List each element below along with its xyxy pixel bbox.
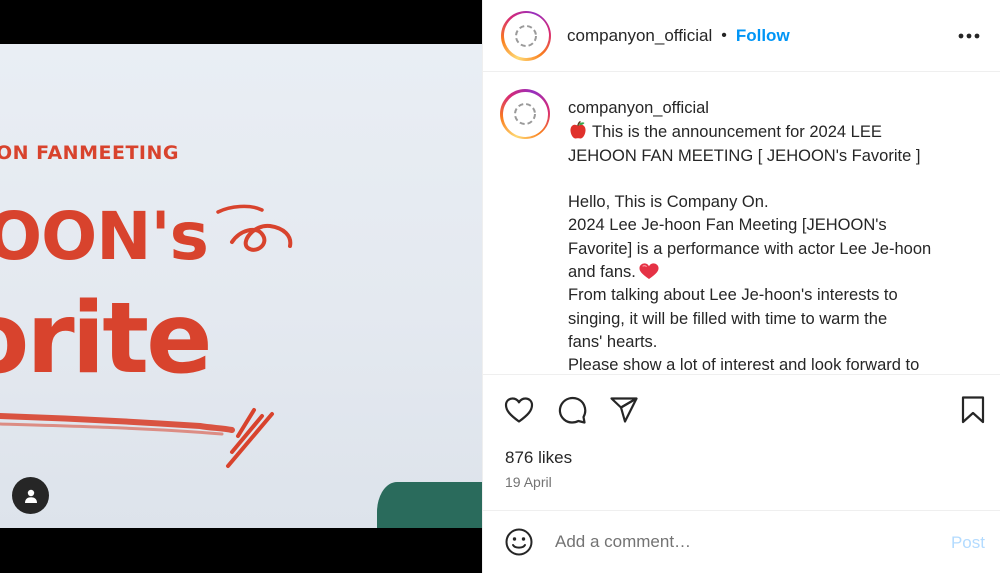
caption-line-9: singing, it will be filled with time to … <box>568 309 888 328</box>
caption-line-5: 2024 Lee Je-hoon Fan Meeting [JEHOON's <box>568 216 887 235</box>
caption-line-6: Favorite] is a performance with actor Le… <box>568 239 932 258</box>
post-view: ON FANMEETING OON's orite <box>0 0 1000 573</box>
tagged-people-button[interactable] <box>12 477 49 514</box>
caption-avatar[interactable] <box>500 89 550 139</box>
post-side-panel: companyon_official • Follow companyon_of… <box>482 0 1000 573</box>
post-comment-button[interactable]: Post <box>951 533 985 553</box>
poster-squiggle-decoration <box>216 204 293 252</box>
caption-line-7: and fans. <box>568 261 968 284</box>
more-options-icon <box>958 33 980 39</box>
header-username[interactable]: companyon_official <box>567 26 712 46</box>
comment-icon <box>558 396 587 424</box>
share-button[interactable] <box>608 394 640 426</box>
caption-username[interactable]: companyon_official <box>568 97 968 120</box>
likes-count[interactable]: 876 likes <box>505 448 572 468</box>
caption-line-2: JEHOON FAN MEETING [ JEHOON's Favorite ] <box>568 146 921 165</box>
caption-line-3 <box>568 168 968 191</box>
poster-swish-decoration <box>0 408 274 468</box>
caption-line-text: This is the announcement for 2024 LEE <box>592 123 882 142</box>
poster-subtitle: ON FANMEETING <box>0 142 179 164</box>
more-options-button[interactable] <box>957 24 981 48</box>
caption-line-10: fans' hearts. <box>568 332 658 351</box>
caption-row: companyon_official This is the announcem… <box>500 89 968 375</box>
poster-corner-shape <box>377 482 482 528</box>
avatar-icon <box>514 103 536 125</box>
smiley-icon <box>505 528 533 556</box>
follow-button[interactable]: Follow <box>736 26 790 46</box>
heart-icon <box>504 397 534 423</box>
save-button[interactable] <box>957 394 989 426</box>
comment-input[interactable] <box>555 532 925 552</box>
post-date: 19 April <box>505 474 552 490</box>
caption-scroll-area[interactable]: companyon_official This is the announcem… <box>483 73 1000 375</box>
user-icon <box>24 489 37 503</box>
caption-line-text: and fans. <box>568 263 636 282</box>
caption-line-8: From talking about Lee Je-hoon's interes… <box>568 286 898 305</box>
poster-title-line-2: orite <box>0 282 213 396</box>
caption-line-11: Please show a lot of interest and look f… <box>568 356 920 375</box>
bookmark-icon <box>961 396 985 424</box>
share-icon <box>610 397 638 423</box>
separator-dot: • <box>721 26 727 44</box>
avatar[interactable] <box>501 10 551 61</box>
caption-line-4: Hello, This is Company On. <box>568 193 769 212</box>
caption-text: companyon_official This is the announcem… <box>568 89 968 375</box>
action-bar <box>483 376 1000 442</box>
comment-bar: Post <box>483 510 1000 573</box>
caption-line-1: This is the announcement for 2024 LEE <box>568 120 968 144</box>
apple-emoji-icon <box>570 121 586 139</box>
heart-emoji-icon <box>639 263 659 280</box>
post-media: ON FANMEETING OON's orite <box>0 0 482 573</box>
like-button[interactable] <box>503 394 535 426</box>
post-header: companyon_official • Follow <box>483 0 1000 72</box>
avatar-icon <box>515 24 537 47</box>
comment-button[interactable] <box>556 394 588 426</box>
emoji-picker-button[interactable] <box>503 526 535 558</box>
post-image[interactable]: ON FANMEETING OON's orite <box>0 44 482 528</box>
